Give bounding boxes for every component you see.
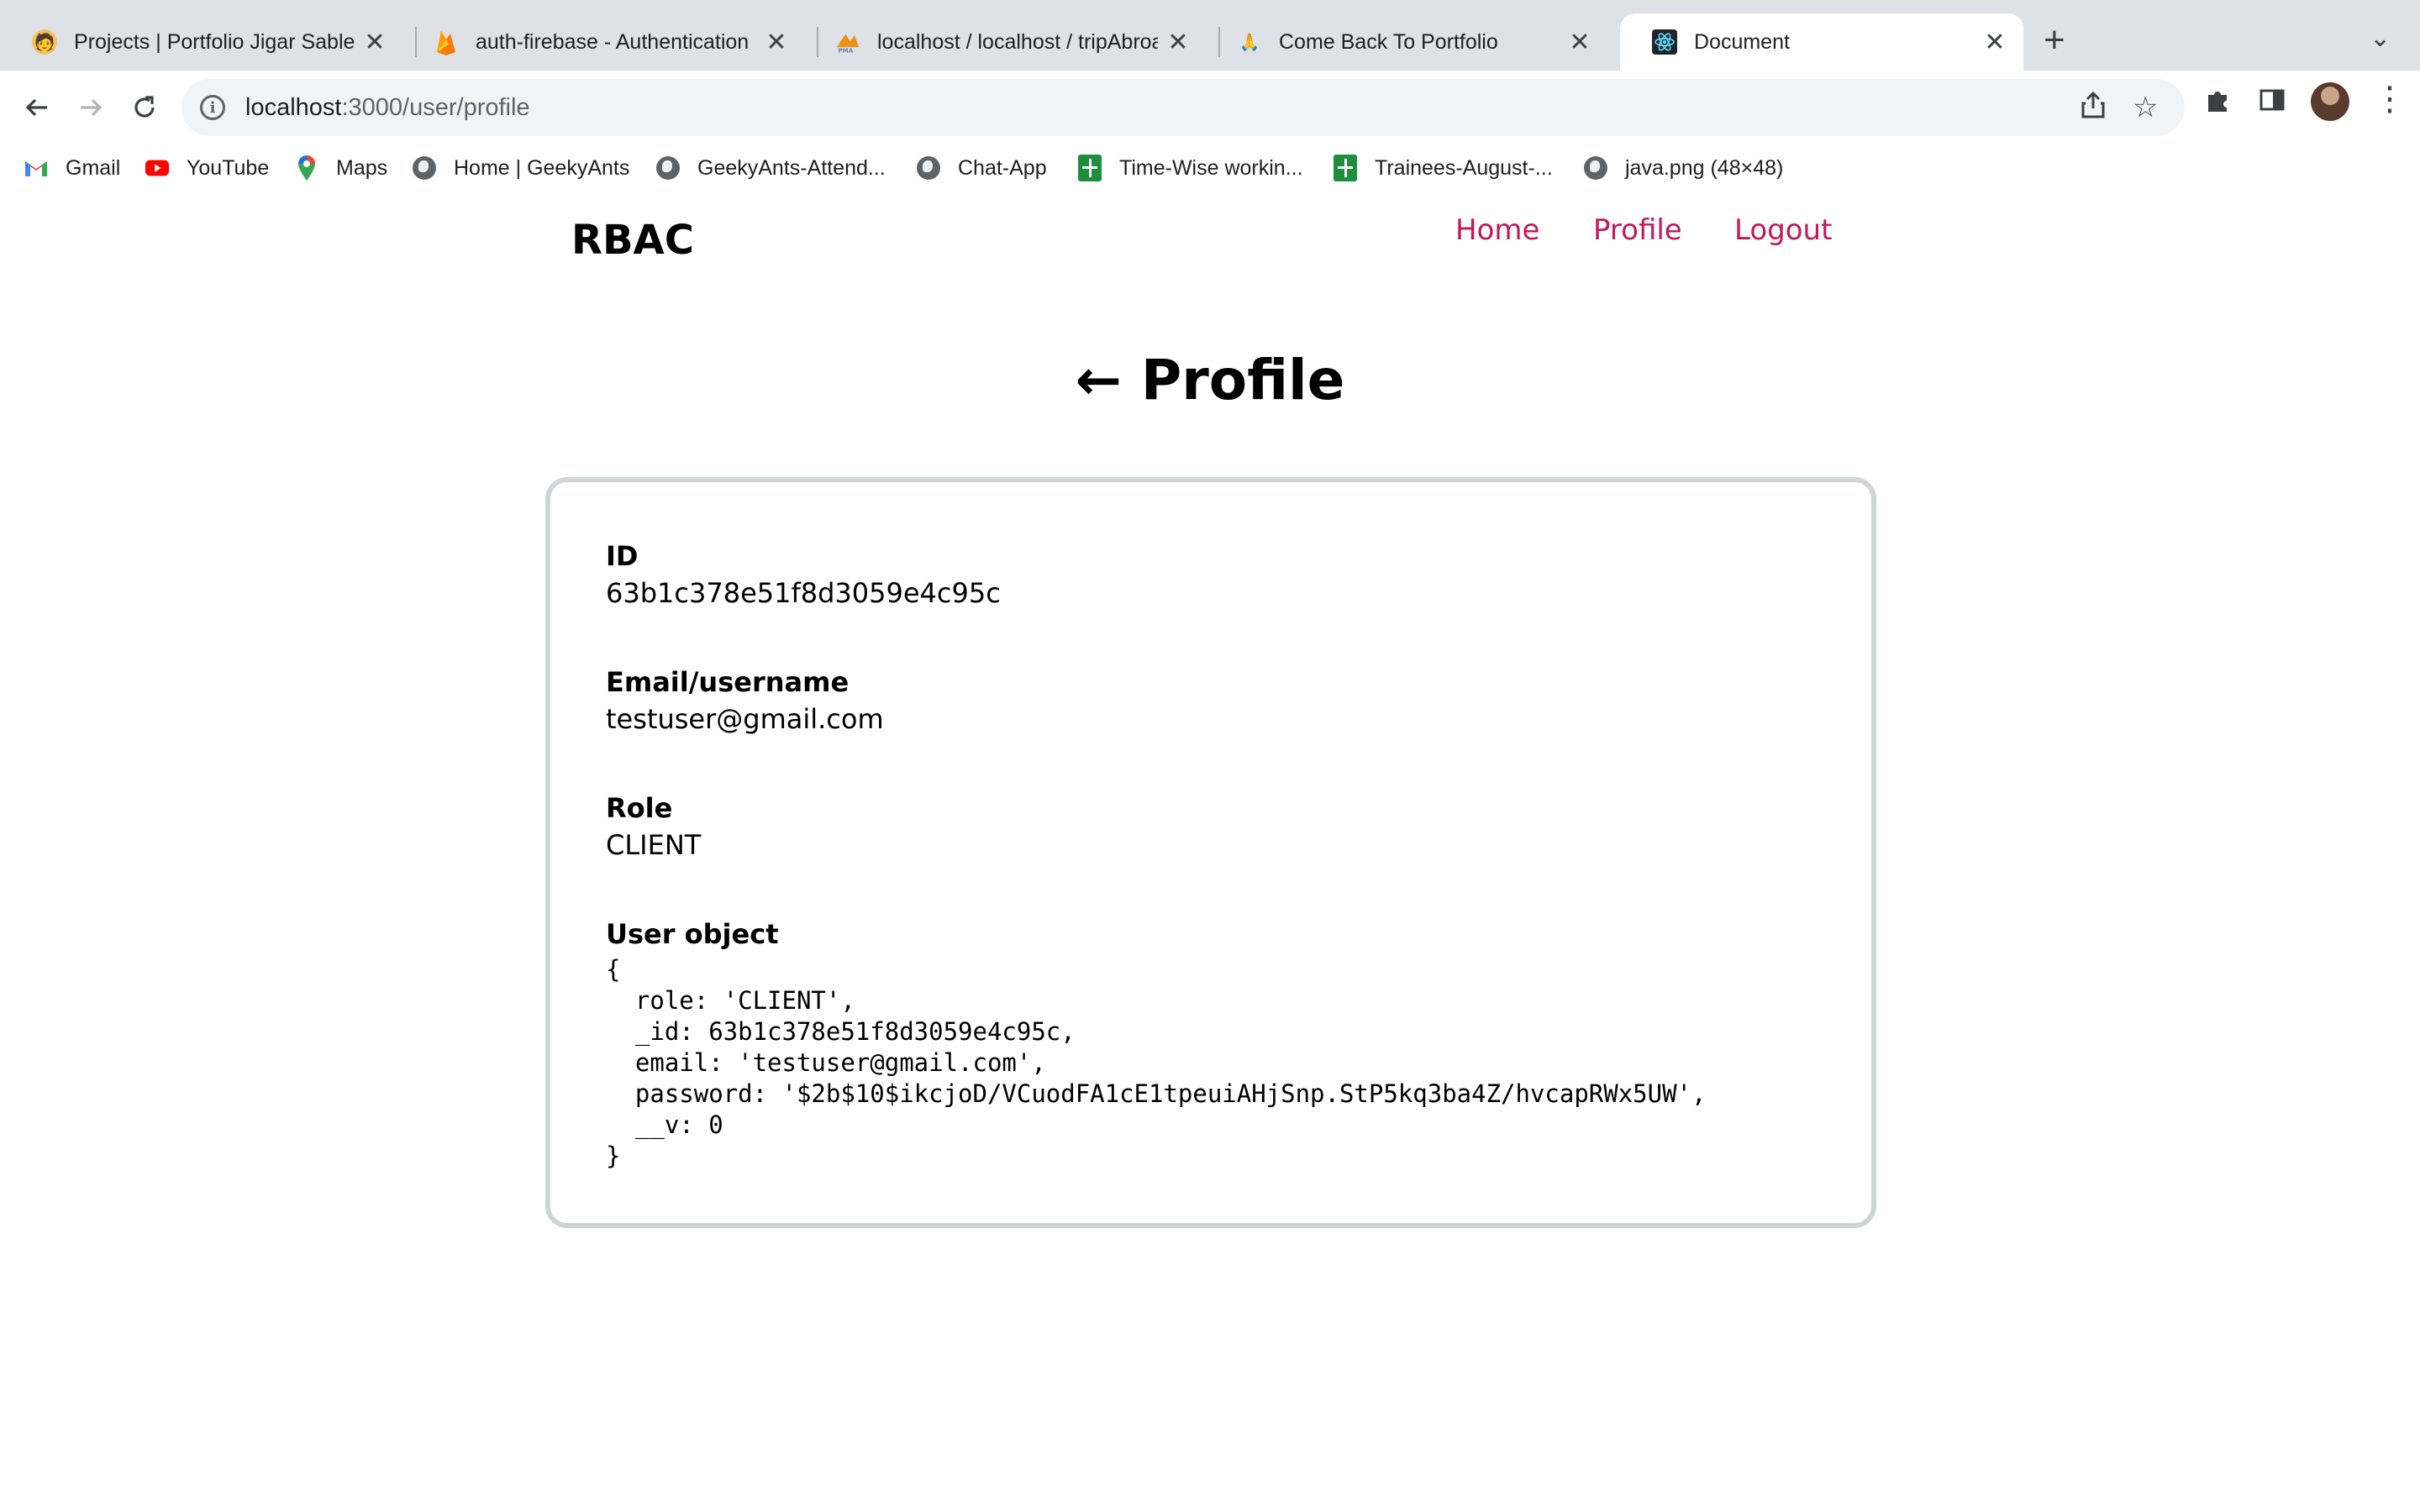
role-field: Role CLIENT [606,790,701,864]
address-bar[interactable]: i localhost:3000/user/profile ☆ [182,79,2185,136]
globe-icon [412,155,437,181]
browser-toolbar: i localhost:3000/user/profile ☆ ⋮ Gmail … [0,71,2420,202]
bookmarks-bar: Gmail YouTube Maps Home | GeekyAnts Geek… [0,146,2420,190]
close-icon[interactable]: ✕ [1981,28,2008,57]
close-icon[interactable]: ✕ [1566,28,1593,57]
close-icon[interactable]: ✕ [763,28,790,57]
praying-hands-icon: 🙏 [1239,33,1260,52]
user-object-field: User object { role: 'CLIENT', _id: 63b1c… [606,916,1706,1172]
globe-icon [1583,155,1608,181]
forward-button[interactable] [67,84,114,131]
email-field: Email/username testuser@gmail.com [606,664,884,738]
close-icon[interactable]: ✕ [1165,28,1192,57]
bookmark-label: GeekyAnts-Attend... [697,155,886,180]
role-label: Role [606,792,673,824]
id-field: ID 63b1c378e51f8d3059e4c95c [606,538,1001,612]
bookmark-label: Gmail [66,155,121,180]
tab-title: auth-firebase - Authentication [476,29,750,54]
nav-logout-link[interactable]: Logout [1734,213,1832,247]
sheets-icon [1077,155,1102,181]
close-icon[interactable]: ✕ [361,28,388,57]
id-label: ID [606,540,639,572]
bookmark-label: Maps [336,155,388,180]
tab-firebase[interactable]: auth-firebase - Authentication ✕ [402,13,805,71]
sheets-icon [1333,155,1358,181]
page-viewport: RBAC Home Profile Logout ← Profile ID 63… [0,186,2420,1512]
back-button[interactable] [13,84,60,131]
svg-text:PMA: PMA [839,46,854,54]
tab-phpmyadmin[interactable]: PMA localhost / localhost / tripAbroad ✕ [803,13,1207,71]
reload-button[interactable] [121,84,168,131]
url-host: localhost [245,93,342,121]
profile-avatar[interactable] [2311,82,2349,121]
firebase-icon [434,29,459,55]
bookmark-time-wise[interactable]: Time-Wise workin... [1077,146,1303,190]
side-panel-icon[interactable] [2259,86,2286,121]
bookmark-gmail[interactable]: Gmail [24,146,120,190]
bookmark-label: Time-Wise workin... [1119,155,1303,180]
profile-card: ID 63b1c378e51f8d3059e4c95c Email/userna… [545,477,1876,1228]
bookmark-label: YouTube [187,155,270,180]
bookmark-label: Home | GeekyAnts [454,155,630,180]
extensions-puzzle-icon[interactable] [2205,86,2232,121]
reload-icon [134,96,155,118]
gmail-icon [24,155,49,181]
email-value: testuser@gmail.com [606,703,884,735]
browser-tabstrip: 🧑 Projects | Portfolio Jigar Sable ✕ aut… [0,0,2420,71]
bookmark-label: java.png (48×48) [1625,155,1784,180]
url-text[interactable]: localhost:3000/user/profile [245,94,530,122]
tab-document[interactable]: Document ✕ [1620,13,2023,71]
nav-home-link[interactable]: Home [1455,213,1539,247]
nav-profile-link[interactable]: Profile [1593,213,1682,247]
user-object-code: { role: 'CLIENT', _id: 63b1c378e51f8d305… [606,955,1707,1170]
bookmark-label: Trainees-August-... [1375,155,1553,180]
bookmark-chat-app[interactable]: Chat-App [916,146,1047,190]
user-object-label: User object [606,918,779,950]
react-icon [1652,29,1677,55]
bookmark-maps[interactable]: Maps [294,146,387,190]
new-tab-button[interactable]: + [2044,22,2065,59]
bookmark-youtube[interactable]: YouTube [145,146,269,190]
portfolio-avatar-icon: 🧑 [32,29,57,55]
page-title-text: Profile [1140,348,1345,412]
back-arrow-icon[interactable]: ← [1076,348,1122,412]
browser-menu-icon[interactable]: ⋮ [2373,82,2407,116]
youtube-icon [145,155,170,181]
bookmark-label: Chat-App [958,155,1047,180]
email-label: Email/username [606,666,850,698]
bookmark-trainees[interactable]: Trainees-August-... [1333,146,1553,190]
id-value: 63b1c378e51f8d3059e4c95c [606,577,1001,609]
arrow-left-icon [25,98,47,117]
bookmark-java-png[interactable]: java.png (48×48) [1583,146,1783,190]
role-value: CLIENT [606,829,702,861]
tab-title: Document [1694,29,1790,54]
tab-come-back[interactable]: 🙏 Come Back To Portfolio ✕ [1205,13,1608,71]
tab-title: localhost / localhost / tripAbroad [877,29,1158,54]
bookmark-geekyants-home[interactable]: Home | GeekyAnts [412,146,629,190]
globe-icon [916,155,941,181]
site-info-icon[interactable]: i [200,95,225,120]
phpmyadmin-icon: PMA [835,29,860,55]
globe-icon [655,155,681,181]
tab-search-chevron-icon[interactable]: ⌄ [2370,24,2391,53]
bookmark-star-icon[interactable]: ☆ [2133,91,2158,124]
tab-title: Projects | Portfolio Jigar Sable [74,29,355,54]
app-brand[interactable]: RBAC [571,217,694,264]
tab-portfolio[interactable]: 🧑 Projects | Portfolio Jigar Sable ✕ [0,13,403,71]
arrow-right-icon [81,98,103,117]
bookmark-geekyants-attendance[interactable]: GeekyAnts-Attend... [655,146,886,190]
share-icon[interactable] [2081,91,2106,127]
tab-title: Come Back To Portfolio [1279,29,1498,54]
url-path: :3000/user/profile [341,93,530,121]
maps-icon [294,155,319,181]
page-title: ← Profile [0,348,2420,412]
